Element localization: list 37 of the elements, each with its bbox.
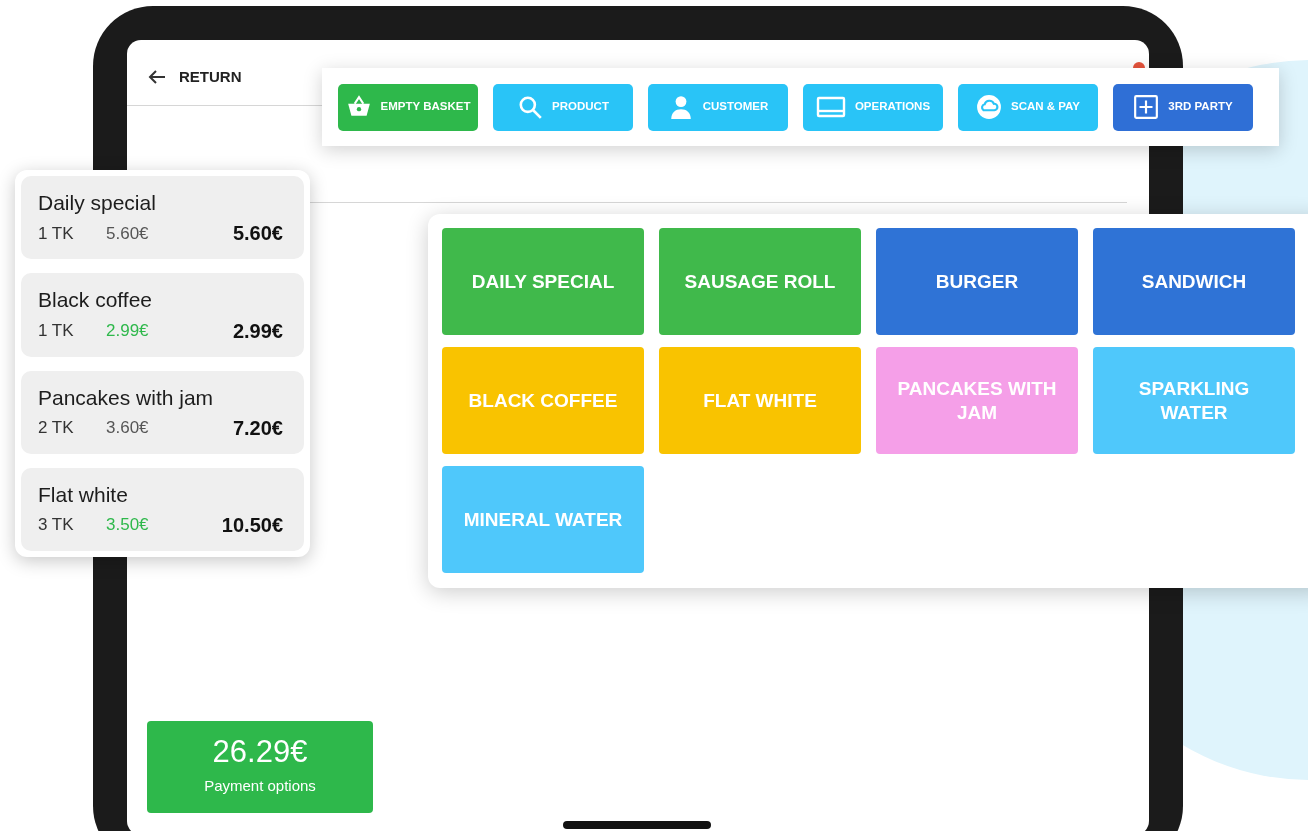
order-item[interactable]: Black coffee 1 TK 2.99€ 2.99€ — [21, 273, 304, 357]
screen-icon — [815, 94, 846, 120]
toolbar-button[interactable]: 3RD PARTY — [1113, 83, 1253, 131]
return-button[interactable]: RETURN — [179, 66, 242, 89]
quantity: 2 TK — [38, 417, 75, 439]
unit-price: 2.99€ — [106, 319, 149, 342]
toolbar-button[interactable]: PRODUCT — [493, 83, 633, 131]
unit-price: 5.60€ — [106, 222, 149, 245]
cloud-icon — [976, 94, 1002, 120]
unit-price: 3.50€ — [106, 514, 149, 537]
line-total: 5.60€ — [232, 221, 284, 247]
unit-price: 3.60€ — [106, 417, 149, 439]
order-item[interactable]: Pancakes with jam 2 TK 3.60€ 7.20€ — [21, 370, 304, 454]
toolbar-button[interactable]: CUSTOMER — [648, 83, 788, 131]
quantity: 1 TK — [38, 319, 75, 342]
payment-options-button[interactable]: 26.29€ Payment options — [147, 721, 373, 813]
toolbar-button[interactable]: OPERATIONS — [803, 83, 943, 131]
order-item[interactable]: Daily special 1 TK 5.60€ 5.60€ — [21, 176, 304, 260]
product-tile[interactable]: SPARKLING WATER — [1093, 347, 1295, 454]
product-tile[interactable]: PANCAKES WITH JAM — [876, 347, 1078, 454]
line-total: 7.20€ — [232, 415, 284, 441]
product-tile[interactable]: BLACK COFFEE — [442, 347, 644, 454]
product-tile[interactable]: SANDWICH — [1093, 228, 1295, 335]
plus-icon — [1133, 94, 1160, 120]
quantity: 1 TK — [38, 222, 75, 245]
product-tile[interactable]: MINERAL WATER — [442, 466, 644, 573]
toolbar-button[interactable]: EMPTY BASKET — [338, 83, 478, 131]
product-tile[interactable]: DAILY SPECIAL — [442, 228, 644, 335]
quantity: 3 TK — [38, 514, 75, 537]
line-total: 2.99€ — [232, 318, 284, 344]
order-item[interactable]: Flat white 3 TK 3.50€ 10.50€ — [21, 467, 304, 551]
toolbar-button[interactable]: SCAN & PAY — [958, 83, 1098, 131]
product-tile[interactable]: FLAT WHITE — [659, 347, 861, 454]
line-total: 10.50€ — [221, 513, 284, 538]
product-tile[interactable]: BURGER — [876, 228, 1078, 335]
search-icon — [517, 94, 544, 120]
product-tile[interactable]: SAUSAGE ROLL — [659, 228, 861, 335]
